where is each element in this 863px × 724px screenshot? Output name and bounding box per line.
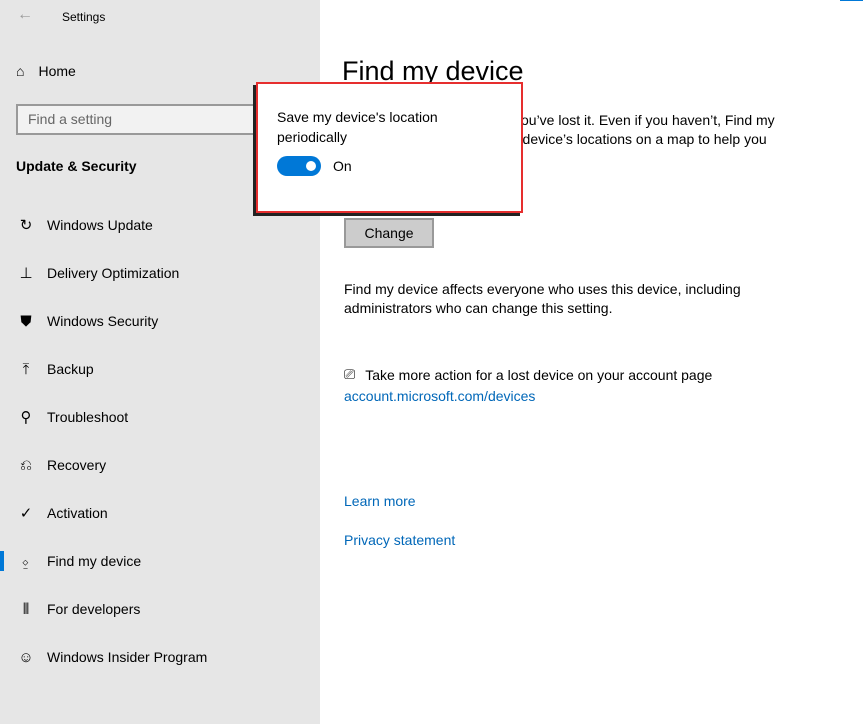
sidebar-home[interactable]: ⌂ Home [16, 63, 76, 79]
sidebar-item-windows-security[interactable]: ⛊ Windows Security [0, 297, 320, 345]
lost-device-action: ⎚ Take more action for a lost device on y… [344, 366, 712, 383]
location-popup: Save my device's location periodically O… [256, 82, 523, 213]
sidebar-item-activation[interactable]: ✓ Activation [0, 489, 320, 537]
action-text: Take more action for a lost device on yo… [365, 366, 713, 383]
app-title: Settings [62, 10, 106, 24]
nav-icon: ⍚ [21, 552, 31, 570]
nav-icon: ↻ [19, 217, 33, 234]
sidebar-item-for-developers[interactable]: ⫴ For developers [0, 585, 320, 633]
nav-icon: ☺ [18, 648, 34, 666]
nav-icon: ⊥ [19, 265, 33, 282]
sidebar-item-label: Activation [47, 505, 108, 521]
nav-icon: ⚲ [20, 409, 32, 426]
location-toggle[interactable] [277, 156, 321, 176]
home-label: Home [38, 63, 76, 79]
nav-icon: ⤒ [22, 360, 30, 378]
nav-icon: ✓ [19, 505, 33, 522]
sidebar-item-label: Windows Update [47, 217, 153, 233]
nav-icon: ⫴ [22, 600, 30, 618]
sidebar-item-backup[interactable]: ⤒ Backup [0, 345, 320, 393]
sidebar-item-delivery-optimization[interactable]: ⊥ Delivery Optimization [0, 249, 320, 297]
sidebar-item-label: Windows Insider Program [47, 649, 208, 665]
nav-icon: ⛊ [20, 312, 32, 330]
sidebar-item-windows-insider-program[interactable]: ☺ Windows Insider Program [0, 633, 320, 681]
change-button[interactable]: Change [344, 218, 434, 248]
sidebar-item-recovery[interactable]: ⎌ Recovery [0, 441, 320, 489]
account-link[interactable]: account.microsoft.com/devices [344, 388, 535, 404]
sidebar-item-label: Troubleshoot [47, 409, 129, 425]
sidebar-item-label: For developers [47, 601, 141, 617]
sidebar-item-troubleshoot[interactable]: ⚲ Troubleshoot [0, 393, 320, 441]
sidebar-item-label: Backup [47, 361, 94, 377]
sidebar-item-label: Windows Security [47, 313, 159, 329]
nav-icon: ⎌ [19, 456, 32, 474]
learn-more-link[interactable]: Learn more [344, 493, 416, 509]
laptop-icon: ⎚ [344, 366, 356, 382]
section-heading: Update & Security [16, 158, 137, 174]
sidebar-item-find-my-device[interactable]: ⍚ Find my device [0, 537, 320, 585]
privacy-statement-link[interactable]: Privacy statement [344, 532, 455, 548]
back-arrow-icon[interactable]: ← [17, 6, 33, 24]
toggle-state: On [333, 158, 352, 174]
home-icon: ⌂ [16, 63, 25, 79]
sidebar-item-label: Delivery Optimization [47, 265, 180, 281]
popup-label: Save my device's location periodically [277, 109, 438, 145]
sidebar-item-label: Find my device [47, 553, 142, 569]
accent-line [840, 0, 863, 1]
sidebar-item-label: Recovery [47, 457, 107, 473]
nav-list: ↻ Windows Update ⊥ Delivery Optimization ⛊ Wi… [0, 201, 320, 681]
affects-text: Find my device affects everyone who uses… [344, 281, 741, 316]
